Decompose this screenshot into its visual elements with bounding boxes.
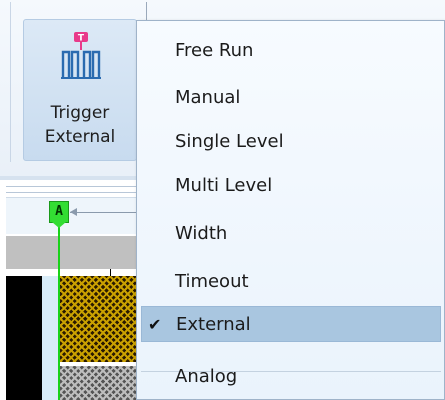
- trigger-waveform-icon: T: [61, 32, 101, 79]
- menu-item-label: Width: [175, 223, 228, 244]
- menu-item-label: Manual: [175, 87, 241, 108]
- menu-item-single-level[interactable]: Single Level: [141, 124, 441, 160]
- marker-arrow-left-icon: [70, 208, 77, 216]
- timeline-rule: [6, 192, 146, 193]
- menu-item-label: Analog: [175, 366, 238, 387]
- marker-arrow-line: [70, 212, 146, 213]
- menu-item-label: Multi Level: [175, 175, 273, 196]
- menu-item-label: Free Run: [175, 40, 254, 61]
- trigger-button-label-line1: Trigger: [50, 103, 110, 123]
- cursor-a-line[interactable]: [58, 227, 60, 400]
- checkmark-icon: ✔: [148, 315, 162, 334]
- trigger-mode-menu: Free Run Manual Single Level Multi Level…: [136, 20, 445, 400]
- timescale-band: [6, 236, 146, 269]
- menu-item-external[interactable]: ✔ External: [141, 306, 441, 342]
- ribbon-separator: [10, 2, 11, 162]
- timescale-tick: [110, 269, 111, 276]
- waveform-region-light: [42, 276, 58, 400]
- menu-item-analog[interactable]: Analog: [141, 359, 441, 395]
- waveform-bus-data: [60, 276, 146, 362]
- waveform-region-dark: [6, 276, 42, 400]
- menu-item-label: External: [176, 314, 251, 335]
- trigger-button-label-line2: External: [44, 127, 116, 147]
- cursor-a-marker[interactable]: A: [49, 201, 69, 223]
- menu-item-label: Single Level: [175, 131, 284, 152]
- menu-item-label: Timeout: [175, 271, 249, 292]
- trigger-mode-button[interactable]: T Trigger External: [23, 19, 137, 161]
- menu-item-multi-level[interactable]: Multi Level: [141, 168, 441, 204]
- cursor-a-marker-tip: [52, 222, 66, 228]
- ribbon-separator: [146, 2, 147, 22]
- menu-item-timeout[interactable]: Timeout: [141, 264, 441, 300]
- menu-item-width[interactable]: Width: [141, 216, 441, 252]
- waveform-bus-data: [60, 366, 146, 400]
- menu-item-free-run[interactable]: Free Run: [141, 33, 441, 69]
- timeline-rule: [6, 186, 146, 187]
- menu-item-manual[interactable]: Manual: [141, 80, 441, 116]
